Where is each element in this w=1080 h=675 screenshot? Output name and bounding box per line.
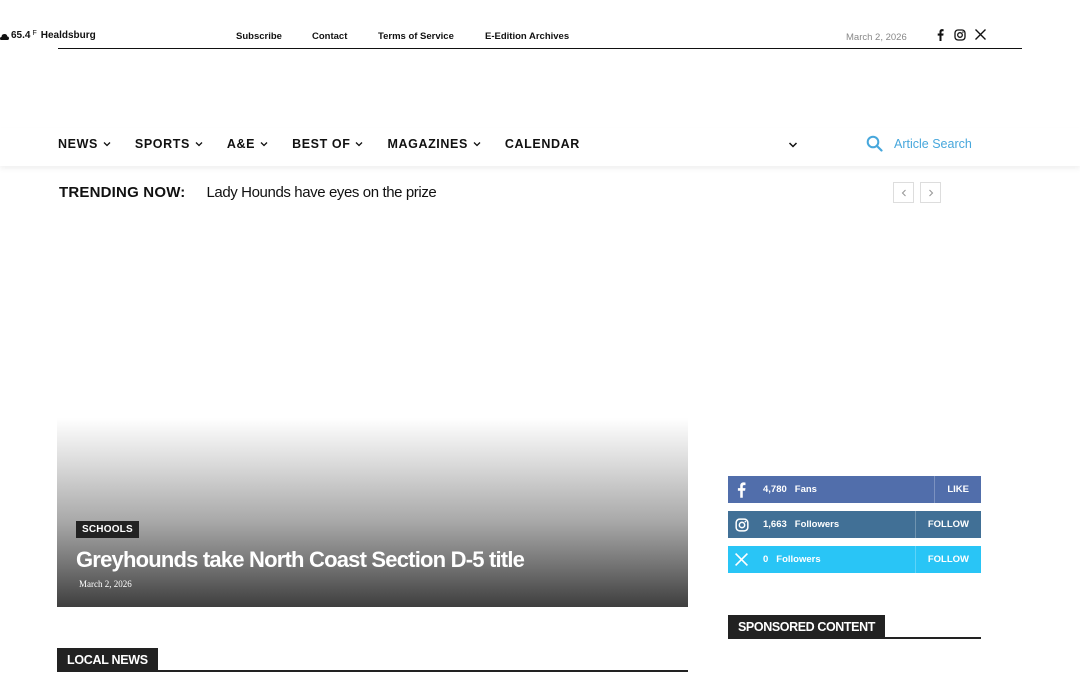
instagram-icon [728, 511, 755, 538]
trending-next-button[interactable] [920, 182, 941, 203]
weather-widget: 65.4 F Healdsburg [0, 30, 96, 41]
x-follow-button[interactable]: FOLLOW [914, 546, 981, 573]
more-menu-chevron-icon[interactable] [788, 140, 798, 150]
top-link-e-edition[interactable]: E-Edition Archives [485, 31, 569, 42]
facebook-unit: Fans [794, 484, 817, 495]
instagram-icon[interactable] [954, 28, 966, 41]
nav-item-label: BEST OF [292, 137, 351, 151]
chevron-left-icon [901, 189, 906, 196]
featured-article-date: March 2, 2026 [79, 579, 132, 589]
instagram-unit: Followers [794, 519, 840, 530]
article-search[interactable]: Article Search [866, 135, 972, 152]
facebook-icon[interactable] [934, 28, 946, 41]
top-links: Subscribe Contact Terms of Service E-Edi… [236, 31, 569, 42]
trending-bar: TRENDING NOW: Lady Hounds have eyes on t… [59, 184, 437, 201]
instagram-follow-button[interactable]: FOLLOW [914, 511, 981, 538]
featured-article[interactable]: SCHOOLS Greyhounds take North Coast Sect… [57, 418, 688, 607]
top-bar: 65.4 F Healdsburg Subscribe Contact Term… [0, 26, 1080, 46]
chevron-right-icon [928, 189, 933, 196]
chevron-down-icon [103, 142, 111, 147]
x-unit: Followers [776, 554, 821, 565]
sponsored-content-header: SPONSORED CONTENT [728, 615, 981, 639]
trending-headline[interactable]: Lady Hounds have eyes on the prize [206, 184, 436, 201]
instagram-counter[interactable]: 1,663 Followers FOLLOW [728, 511, 981, 538]
featured-article-title[interactable]: Greyhounds take North Coast Section D-5 … [76, 547, 525, 573]
main-menu: NEWS SPORTS A&E BEST OF MAGAZINES CALEND… [58, 137, 604, 151]
nav-item-ae[interactable]: A&E [227, 137, 268, 151]
chevron-down-icon [356, 142, 363, 147]
top-link-contact[interactable]: Contact [312, 31, 378, 42]
facebook-icon [728, 476, 755, 503]
nav-item-best-of[interactable]: BEST OF [292, 137, 363, 151]
search-icon [866, 135, 883, 152]
trending-prev-button[interactable] [893, 182, 914, 203]
instagram-count: 1,663 [763, 519, 787, 530]
nav-item-label: SPORTS [134, 137, 190, 151]
facebook-count: 4,780 [763, 484, 787, 495]
chevron-down-icon [195, 142, 203, 147]
x-icon [728, 546, 755, 573]
x-icon[interactable] [974, 28, 986, 41]
main-nav: NEWS SPORTS A&E BEST OF MAGAZINES CALEND… [0, 128, 1080, 166]
nav-item-label: CALENDAR [504, 137, 580, 151]
sponsored-content-title: SPONSORED CONTENT [728, 615, 885, 639]
nav-item-label: MAGAZINES [387, 137, 468, 151]
chevron-down-icon [473, 142, 481, 147]
weather-location: Healdsburg [40, 30, 96, 41]
x-counter[interactable]: 0 Followers FOLLOW [728, 546, 981, 573]
top-link-subscribe[interactable]: Subscribe [236, 31, 312, 42]
trending-label: TRENDING NOW: [59, 184, 186, 201]
x-count: 0 [763, 554, 769, 565]
article-search-label: Article Search [894, 136, 972, 151]
category-badge[interactable]: SCHOOLS [76, 521, 139, 538]
top-link-terms[interactable]: Terms of Service [378, 31, 485, 42]
top-divider [58, 48, 1022, 49]
nav-item-calendar[interactable]: CALENDAR [505, 137, 580, 151]
weather-unit: F [32, 30, 37, 37]
chevron-down-icon [260, 142, 268, 147]
top-social [934, 28, 986, 41]
nav-item-magazines[interactable]: MAGAZINES [387, 137, 481, 151]
facebook-counter[interactable]: 4,780 Fans LIKE [728, 476, 981, 503]
nav-item-news[interactable]: NEWS [58, 137, 111, 151]
top-date: March 2, 2026 [846, 32, 907, 43]
cloud-icon [0, 34, 9, 40]
nav-item-sports[interactable]: SPORTS [135, 137, 203, 151]
nav-item-label: NEWS [58, 137, 98, 151]
weather-temp: 65.4 [11, 30, 31, 41]
local-news-header: LOCAL NEWS [57, 648, 688, 672]
nav-item-label: A&E [226, 137, 256, 151]
facebook-like-button[interactable]: LIKE [934, 476, 981, 503]
local-news-title: LOCAL NEWS [57, 648, 158, 672]
